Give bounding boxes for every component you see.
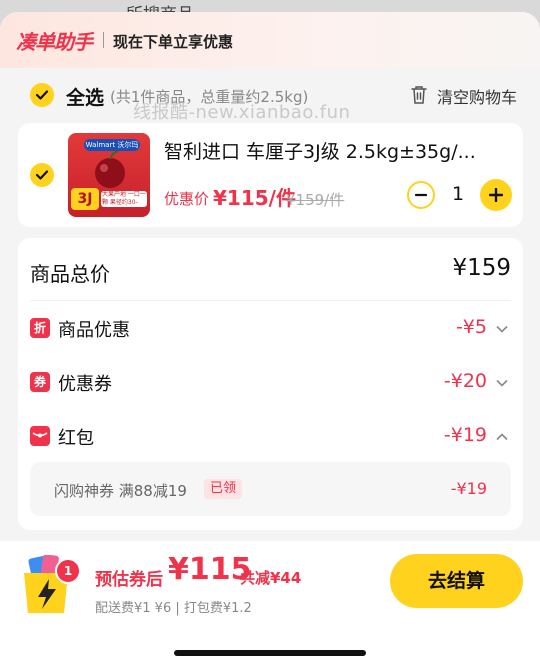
claimed-badge: 已领 [204, 479, 243, 499]
coupon-icon: 券 [30, 372, 50, 392]
brand-logo: 凑单助手 [16, 30, 93, 54]
add-on-sheet: 凑单助手 现在下单立享优惠 全选 (共1件商品，总重量约2.5kg) 线报酷-n… [0, 12, 540, 659]
discount-price-label: 优惠价 [164, 190, 210, 208]
quantity-value: 1 [451, 183, 465, 205]
check-icon [35, 170, 49, 180]
original-price: ¥159/件 [286, 191, 345, 209]
select-all-label[interactable]: 全选 [66, 83, 104, 110]
clear-cart-button[interactable]: 清空购物车 [437, 84, 517, 108]
red-packet-value[interactable]: -¥19 [444, 424, 487, 446]
cart-item-card: Walmart 沃尔玛 3J 大果产地 一口一颗 果径约30-31.9mm 智利… [18, 123, 523, 227]
chevron-down-icon[interactable] [495, 376, 509, 390]
increase-quantity-button[interactable] [480, 179, 512, 211]
plus-icon [489, 188, 503, 202]
product-image-band: 大果产地 一口一颗 果径约30-31.9mm [101, 191, 147, 214]
chevron-down-icon[interactable] [495, 322, 509, 336]
coupon-value[interactable]: -¥20 [444, 370, 487, 392]
fees-info: 配送费¥1 ¥6 | 打包费¥1.2 [95, 601, 252, 616]
bag-count-badge: 1 [55, 558, 81, 584]
watermark-text: 线报酷-new.xianbao.fun [133, 102, 351, 123]
red-packet-icon [30, 426, 50, 446]
trash-icon[interactable] [410, 85, 428, 105]
decrease-quantity-button[interactable] [407, 181, 435, 209]
coupon-label[interactable]: 优惠券 [58, 370, 112, 396]
cherry-icon [95, 151, 125, 188]
product-grade-badge: 3J [71, 188, 99, 210]
discount-icon: 折 [30, 318, 50, 338]
product-image[interactable]: Walmart 沃尔玛 3J 大果产地 一口一颗 果径约30-31.9mm [68, 133, 150, 217]
subtotal-value: ¥159 [452, 255, 511, 281]
flash-coupon-name: 闪购神券 满88减19 [54, 482, 187, 500]
product-discount-label[interactable]: 商品优惠 [58, 316, 130, 342]
header-subtitle: 现在下单立享优惠 [113, 33, 234, 51]
minus-icon [415, 193, 427, 197]
red-packet-label[interactable]: 红包 [58, 424, 94, 450]
price-summary-card: 商品总价 ¥159 折 商品优惠 -¥5 券 优惠券 -¥20 红包 -¥19 … [18, 238, 523, 530]
flash-coupon-value: -¥19 [450, 479, 487, 498]
header-divider [103, 32, 104, 48]
check-icon [35, 90, 49, 100]
subtotal-label: 商品总价 [30, 262, 110, 286]
checkout-button[interactable]: 去结算 [390, 554, 523, 608]
product-title[interactable]: 智利进口 车厘子3J级 2.5kg±35g/... [164, 137, 509, 164]
product-discount-value[interactable]: -¥5 [456, 316, 487, 338]
sheet-header: 凑单助手 现在下单立享优惠 [0, 12, 540, 68]
estimated-price: ¥115 [168, 552, 252, 587]
select-all-checkbox[interactable] [30, 83, 54, 107]
discount-price: ¥115/件 [213, 186, 296, 210]
flash-coupon-detail: 闪购神券 满88减19 已领 -¥19 [30, 462, 511, 516]
estimated-price-label: 预估券后 [95, 570, 163, 590]
product-image-tag: Walmart 沃尔玛 [84, 139, 140, 151]
home-indicator [174, 650, 366, 656]
item-checkbox[interactable] [30, 163, 54, 187]
chevron-up-icon[interactable] [495, 430, 509, 444]
divider [30, 300, 511, 301]
total-saved[interactable]: 共减¥44 [240, 567, 301, 588]
checkout-bar: 1 预估券后 ¥115 共减¥44 配送费¥1 ¥6 | 打包费¥1.2 去结算 [0, 541, 540, 659]
